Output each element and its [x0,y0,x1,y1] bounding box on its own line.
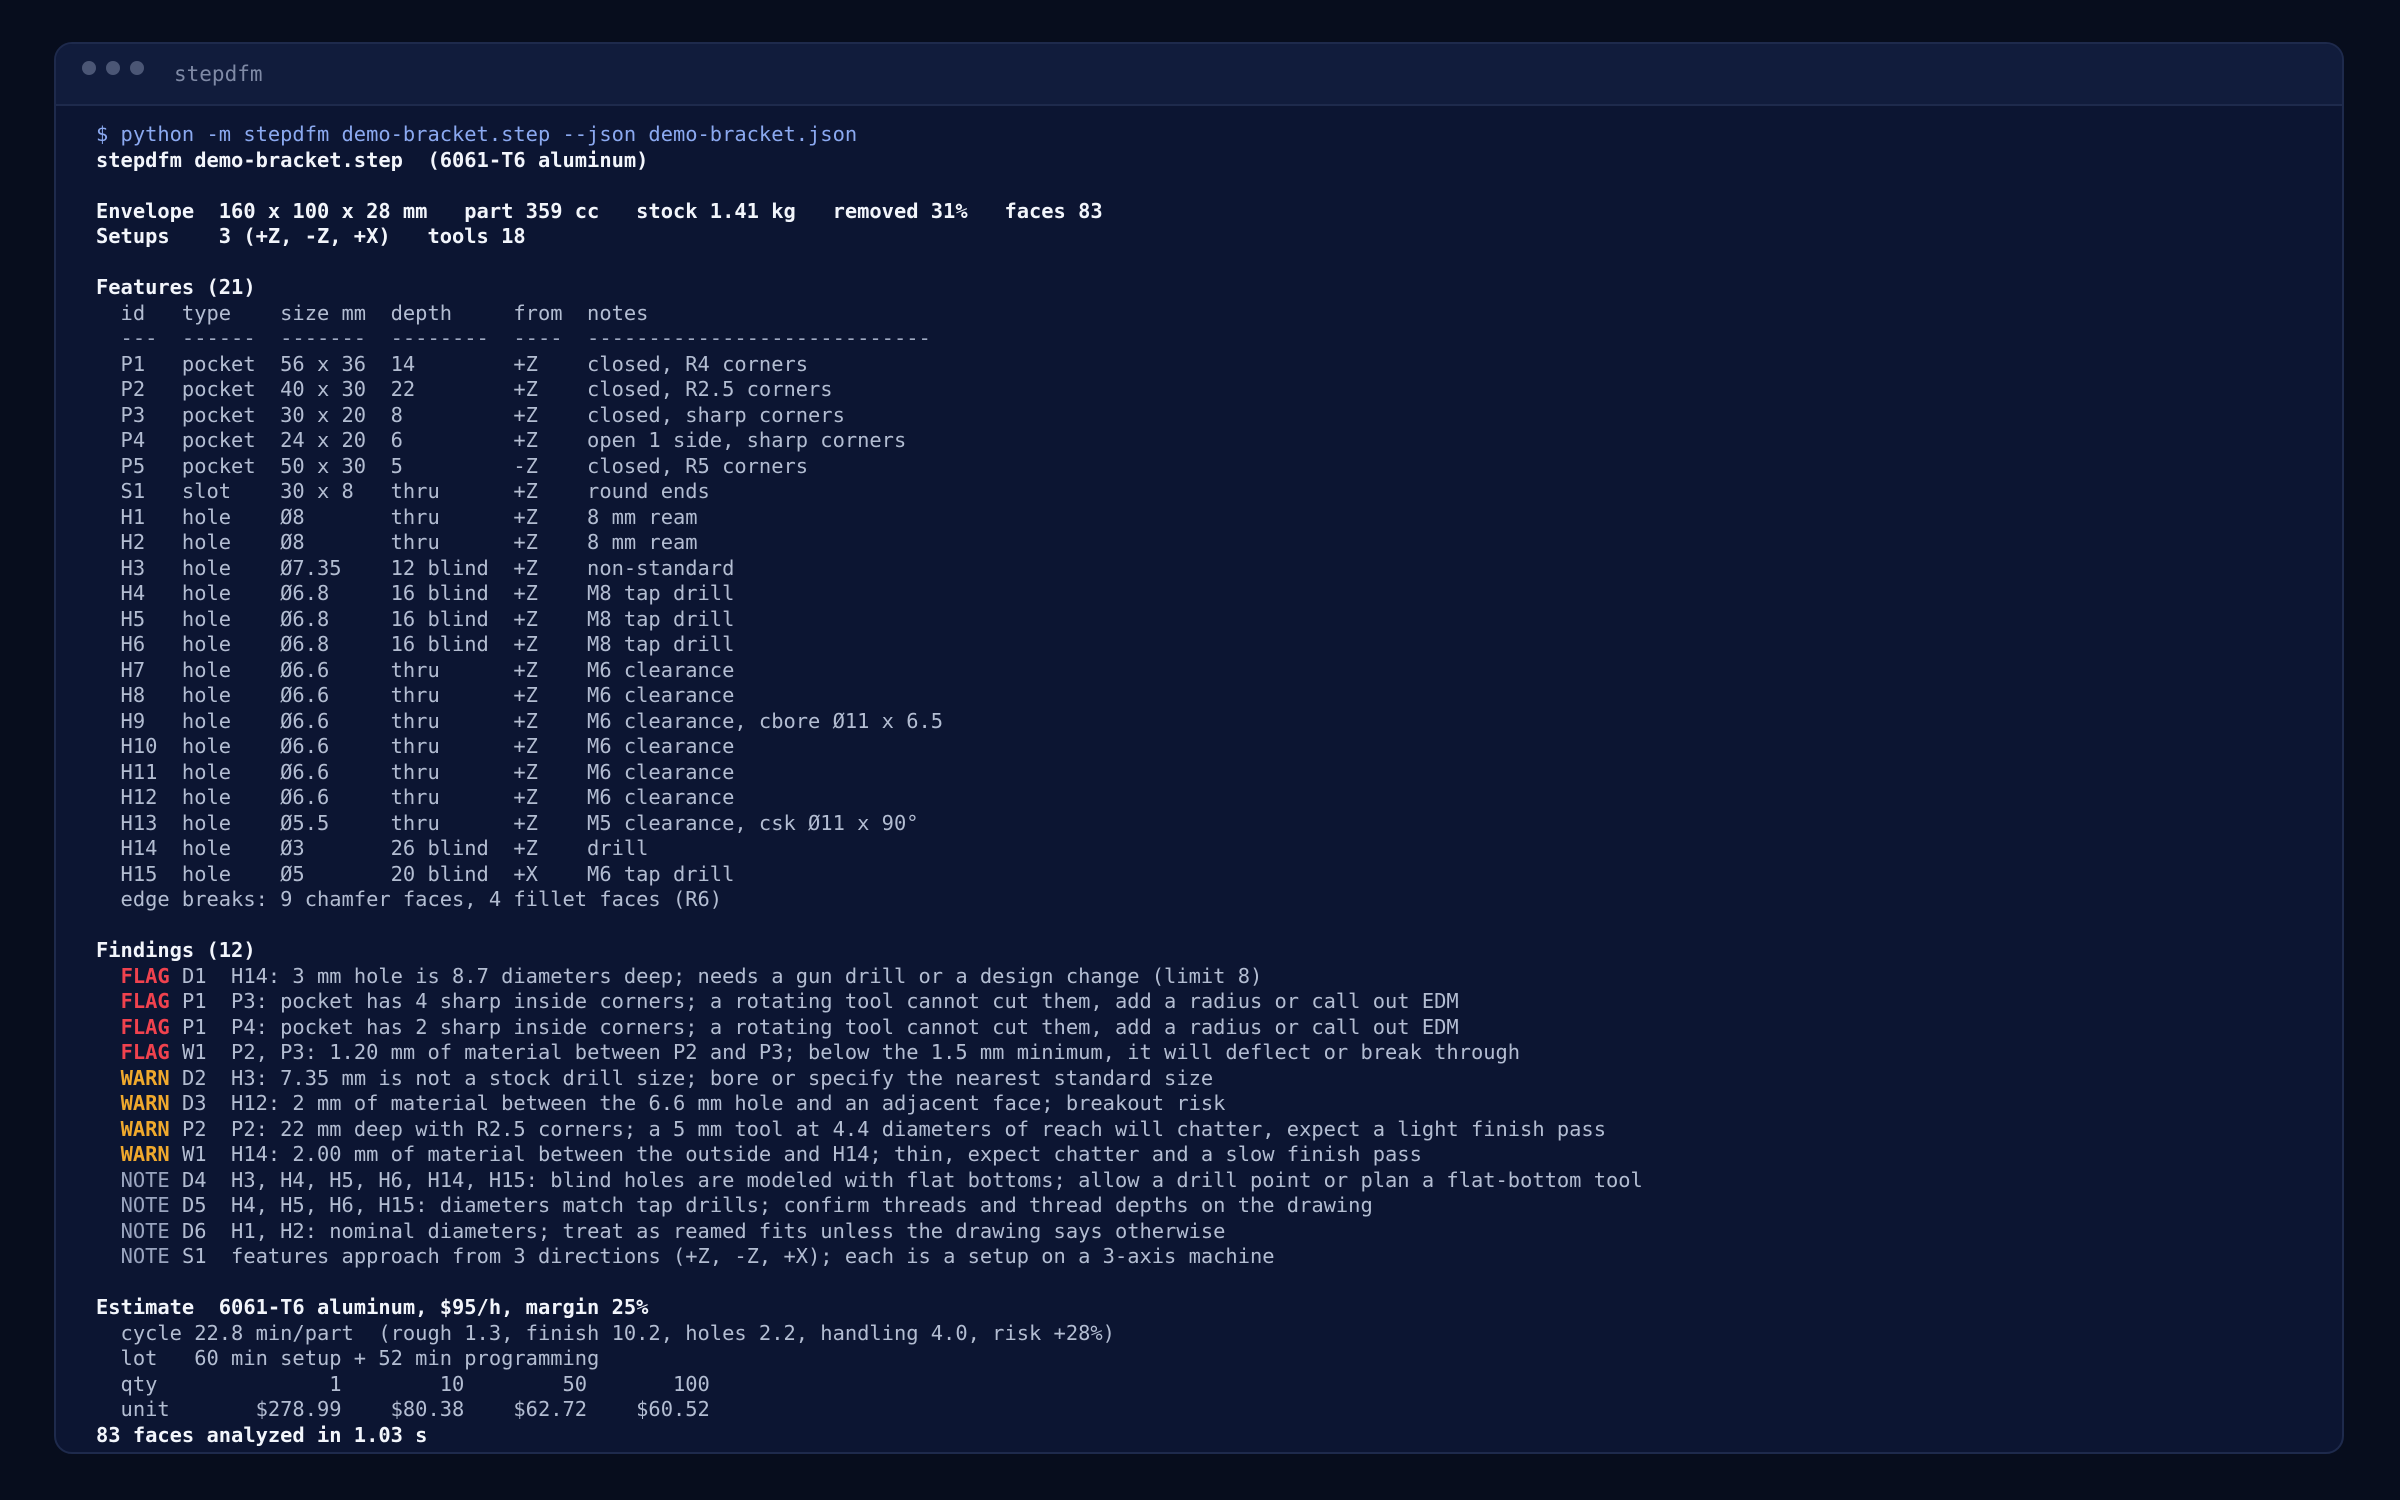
summary-footer: 83 faces analyzed in 1.03 s [96,1422,428,1447]
window-title: stepdfm [174,62,263,86]
severity-badge-flag: FLAG [120,963,170,988]
setups-line: Setups 3 (+Z, -Z, +X) tools 18 [96,224,526,248]
window-controls [82,60,154,79]
finding-row: WARN P2 P2: 22 mm deep with R2.5 corners… [96,1117,1643,1143]
finding-text: P2 P2: 22 mm deep with R2.5 corners; a 5… [169,1116,1606,1141]
finding-text: D4 H3, H4, H5, H6, H14, H15: blind holes… [169,1167,1643,1192]
minimize-window-icon[interactable] [106,61,120,75]
feature-row: P5 pocket 50 x 30 5 -Z closed, R5 corner… [96,453,809,478]
feature-row: H6 hole Ø6.8 16 blind +Z M8 tap drill [96,632,735,656]
feature-row: H5 hole Ø6.8 16 blind +Z M8 tap drill [96,606,735,631]
feature-row: H3 hole Ø7.35 12 blind +Z non-standard [96,555,735,580]
severity-badge-warn: WARN [120,1091,170,1115]
feature-row: H7 hole Ø6.6 thru +Z M6 clearance [96,657,735,682]
severity-badge-note: NOTE [120,1167,170,1192]
features-table-header: id type size mm depth from notes [96,300,649,325]
severity-badge-note: NOTE [120,1193,170,1217]
envelope-line: Envelope 160 x 100 x 28 mm part 359 cc s… [96,198,1103,223]
unit-price-row: unit $278.99 $80.38 $62.72 $60.52 [96,1397,710,1421]
terminal-output[interactable]: $ python -m stepdfm demo-bracket.step --… [96,122,1643,1448]
finding-row: WARN W1 H14: 2.00 mm of material between… [96,1142,1643,1168]
finding-text: P1 P3: pocket has 4 sharp inside corners… [169,989,1459,1013]
findings-list: FLAG D1 H14: 3 mm hole is 8.7 diameters … [96,964,1643,1270]
feature-row: P1 pocket 56 x 36 14 +Z closed, R4 corne… [96,351,809,376]
finding-row: FLAG P1 P3: pocket has 4 sharp inside co… [96,989,1643,1015]
features-title: Features (21) [96,275,256,299]
maximize-window-icon[interactable] [130,61,144,75]
finding-text: D1 H14: 3 mm hole is 8.7 diameters deep;… [169,963,1263,988]
edge-breaks-line: edge breaks: 9 chamfer faces, 4 fillet f… [96,887,723,911]
finding-text: S1 features approach from 3 directions (… [169,1244,1275,1268]
features-table-rule: --- ------ ------- -------- ---- -------… [96,326,931,350]
command-line: $ python -m stepdfm demo-bracket.step --… [96,122,858,146]
severity-badge-flag: FLAG [120,1014,170,1039]
finding-row: NOTE S1 features approach from 3 directi… [96,1244,1643,1270]
finding-row: FLAG W1 P2, P3: 1.20 mm of material betw… [96,1040,1643,1066]
finding-row: FLAG D1 H14: 3 mm hole is 8.7 diameters … [96,964,1643,990]
severity-badge-flag: FLAG [120,989,170,1013]
title-bar: stepdfm [56,44,2342,106]
finding-text: D3 H12: 2 mm of material between the 6.6… [169,1091,1226,1115]
finding-text: P1 P4: pocket has 2 sharp inside corners… [169,1014,1459,1039]
feature-row: P2 pocket 40 x 30 22 +Z closed, R2.5 cor… [96,377,833,401]
severity-badge-warn: WARN [120,1065,170,1090]
feature-row: S1 slot 30 x 8 thru +Z round ends [96,479,710,503]
feature-row: H1 hole Ø8 thru +Z 8 mm ream [96,504,698,529]
finding-row: FLAG P1 P4: pocket has 2 sharp inside co… [96,1015,1643,1041]
severity-badge-note: NOTE [120,1244,170,1268]
features-table: P1 pocket 56 x 36 14 +Z closed, R4 corne… [96,352,1643,888]
finding-row: NOTE D5 H4, H5, H6, H15: diameters match… [96,1193,1643,1219]
report-header: stepdfm demo-bracket.step (6061-T6 alumi… [96,147,649,172]
feature-row: H4 hole Ø6.8 16 blind +Z M8 tap drill [96,581,735,605]
feature-row: P3 pocket 30 x 20 8 +Z closed, sharp cor… [96,402,845,427]
findings-title: Findings (12) [96,938,256,962]
feature-row: H14 hole Ø3 26 blind +Z drill [96,836,649,860]
finding-text: D2 H3: 7.35 mm is not a stock drill size… [169,1065,1214,1090]
feature-row: H9 hole Ø6.6 thru +Z M6 clearance, cbore… [96,708,944,733]
feature-row: H12 hole Ø6.6 thru +Z M6 clearance [96,785,735,809]
feature-row: P4 pocket 24 x 20 6 +Z open 1 side, shar… [96,428,907,452]
finding-text: D5 H4, H5, H6, H15: diameters match tap … [169,1193,1373,1217]
severity-badge-warn: WARN [120,1142,170,1166]
estimate-title: Estimate 6061-T6 aluminum, $95/h, margin… [96,1295,649,1319]
feature-row: H8 hole Ø6.6 thru +Z M6 clearance [96,683,735,707]
lot-line: lot 60 min setup + 52 min programming [96,1346,600,1370]
terminal-window: stepdfm $ python -m stepdfm demo-bracket… [54,42,2344,1454]
finding-row: NOTE D4 H3, H4, H5, H6, H14, H15: blind … [96,1168,1643,1194]
finding-row: WARN D3 H12: 2 mm of material between th… [96,1091,1643,1117]
cycle-line: cycle 22.8 min/part (rough 1.3, finish 1… [96,1320,1115,1345]
severity-badge-note: NOTE [120,1218,170,1243]
severity-badge-flag: FLAG [120,1040,170,1064]
feature-row: H2 hole Ø8 thru +Z 8 mm ream [96,530,698,554]
feature-row: H15 hole Ø5 20 blind +X M6 tap drill [96,861,735,886]
feature-row: H13 hole Ø5.5 thru +Z M5 clearance, csk … [96,810,919,835]
finding-text: W1 P2, P3: 1.20 mm of material between P… [169,1040,1521,1064]
severity-badge-warn: WARN [120,1116,170,1141]
finding-row: WARN D2 H3: 7.35 mm is not a stock drill… [96,1066,1643,1092]
feature-row: H10 hole Ø6.6 thru +Z M6 clearance [96,734,735,758]
finding-text: W1 H14: 2.00 mm of material between the … [169,1142,1422,1166]
finding-text: D6 H1, H2: nominal diameters; treat as r… [169,1218,1226,1243]
finding-row: NOTE D6 H1, H2: nominal diameters; treat… [96,1219,1643,1245]
close-window-icon[interactable] [82,61,96,75]
qty-row: qty 1 10 50 100 [96,1371,710,1396]
feature-row: H11 hole Ø6.6 thru +Z M6 clearance [96,759,735,784]
